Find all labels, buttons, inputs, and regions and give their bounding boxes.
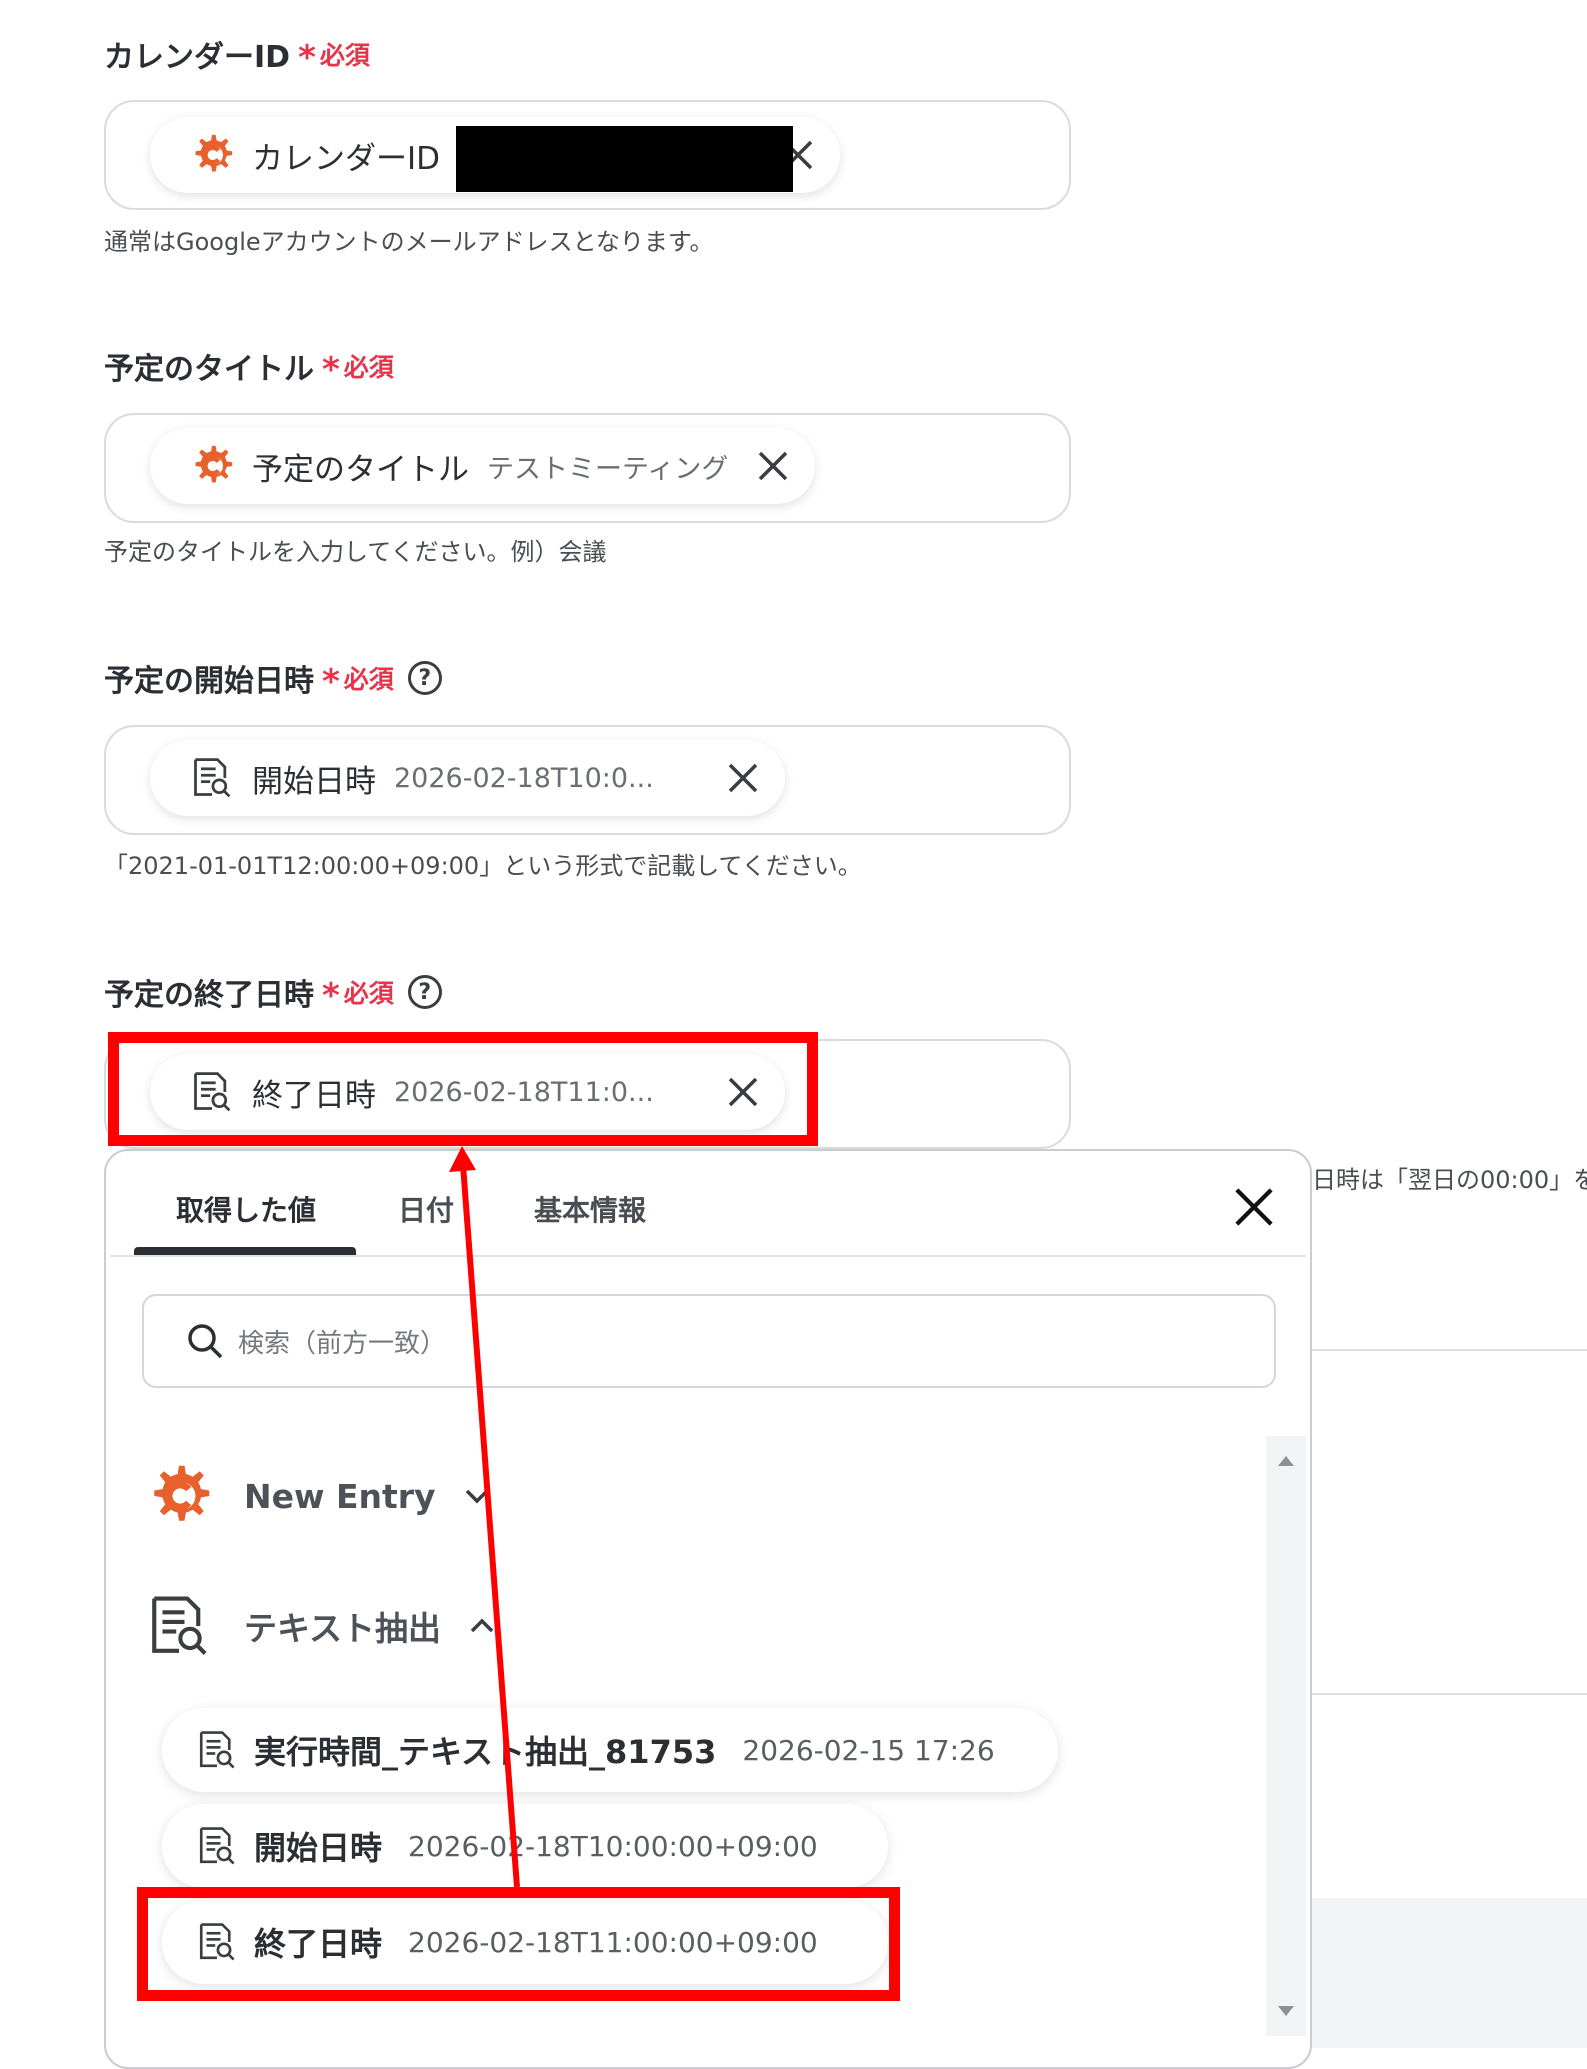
annotation-arrow bbox=[449, 1146, 520, 1888]
